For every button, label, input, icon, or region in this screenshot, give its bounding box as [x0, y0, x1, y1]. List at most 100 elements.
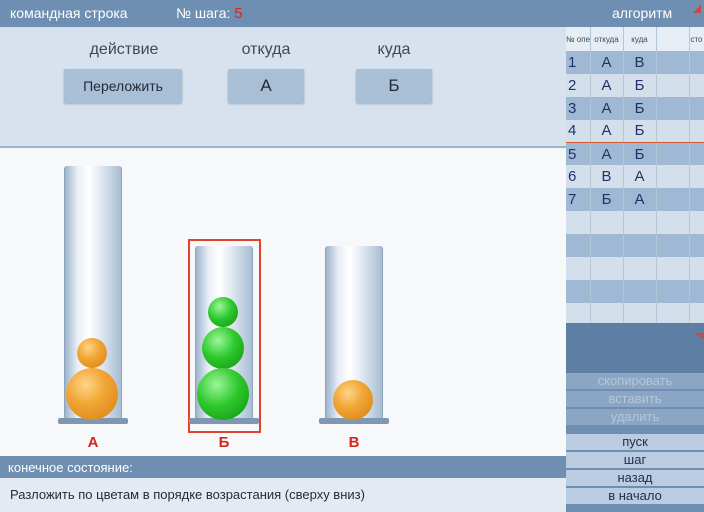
back-button[interactable]: назад [566, 470, 704, 487]
table-row[interactable] [566, 211, 704, 235]
op-number-cell[interactable] [566, 279, 591, 303]
op-number-cell[interactable]: 5 [566, 142, 591, 166]
action-button[interactable]: Переложить [64, 69, 182, 103]
empty-cell[interactable] [656, 165, 690, 189]
table-row[interactable]: 1АВ [566, 51, 704, 74]
op-number-cell[interactable]: 3 [566, 96, 591, 120]
tube-b-ball-1 [208, 297, 238, 327]
op-number-cell[interactable]: 4 [566, 119, 591, 144]
empty-cell[interactable] [656, 142, 690, 166]
empty-cell[interactable] [656, 234, 690, 258]
tube-a-ball-1 [77, 338, 107, 368]
op-number-cell[interactable]: 6 [566, 165, 591, 189]
extra-cell[interactable] [689, 142, 704, 166]
algorithm-table: № опер. откуда куда сто 1АВ2АБ3АБ4АБ5АБ6… [566, 27, 704, 326]
from-cell[interactable]: А [590, 73, 624, 97]
empty-cell[interactable] [656, 257, 690, 280]
from-cell[interactable] [590, 211, 624, 235]
empty-cell[interactable] [656, 279, 690, 303]
table-row[interactable]: 7БА [566, 188, 704, 212]
command-panel: действие откуда куда Переложить А Б [0, 27, 566, 148]
tube-v-label: В [348, 434, 360, 451]
to-cell[interactable] [623, 211, 657, 235]
empty-cell[interactable] [656, 119, 690, 144]
table-row[interactable]: 3АБ [566, 96, 704, 120]
to-start-button[interactable]: в начало [566, 488, 704, 505]
header-extra: сто [689, 27, 704, 51]
extra-cell[interactable] [689, 188, 704, 212]
copy-button[interactable]: скопировать [566, 373, 704, 390]
to-cell[interactable]: Б [623, 142, 657, 166]
empty-cell[interactable] [656, 73, 690, 97]
tube-v-ball-1 [333, 380, 373, 420]
tube-b-ball-3 [197, 368, 249, 420]
from-cell[interactable]: Б [590, 188, 624, 212]
extra-cell[interactable] [689, 211, 704, 235]
to-cell[interactable] [623, 279, 657, 303]
table-row[interactable]: 2АБ [566, 73, 704, 97]
from-cell[interactable]: А [590, 51, 624, 74]
table-row[interactable]: 4АБ [566, 119, 704, 144]
op-number-cell[interactable] [566, 234, 591, 258]
table-row[interactable]: 5АБ [566, 142, 704, 166]
to-cell[interactable] [623, 257, 657, 280]
tube-a-ball-2 [66, 368, 118, 420]
action-label: действие [89, 41, 159, 58]
to-cell[interactable]: А [623, 165, 657, 189]
delete-button[interactable]: удалить [566, 409, 704, 426]
step-label: № шага: [176, 5, 231, 21]
op-number-cell[interactable] [566, 211, 591, 235]
op-number-cell[interactable]: 2 [566, 73, 591, 97]
table-row[interactable] [566, 257, 704, 280]
table-row[interactable] [566, 234, 704, 258]
corner-arrow-icon[interactable] [693, 4, 701, 13]
run-button[interactable]: пуск [566, 434, 704, 451]
extra-cell[interactable] [689, 165, 704, 189]
from-cell[interactable] [590, 234, 624, 258]
op-number-cell[interactable]: 7 [566, 188, 591, 212]
extra-cell[interactable] [689, 257, 704, 280]
step-number: 5 [234, 5, 243, 22]
tube-b-label: Б [218, 434, 230, 451]
to-cell[interactable]: А [623, 188, 657, 212]
from-cell[interactable] [590, 279, 624, 303]
table-row[interactable] [566, 279, 704, 303]
to-cell[interactable]: Б [623, 73, 657, 97]
from-cell[interactable]: А [590, 119, 624, 144]
from-cell[interactable]: А [590, 96, 624, 120]
from-button[interactable]: А [228, 69, 304, 103]
to-cell[interactable]: Б [623, 119, 657, 144]
from-cell[interactable]: В [590, 165, 624, 189]
algorithm-panel: № опер. откуда куда сто 1АВ2АБ3АБ4АБ5АБ6… [566, 27, 704, 512]
to-button[interactable]: Б [356, 69, 432, 103]
scroll-arrow-icon[interactable] [694, 333, 704, 339]
empty-cell[interactable] [656, 188, 690, 212]
step-button[interactable]: шаг [566, 452, 704, 469]
op-number-cell[interactable] [566, 257, 591, 280]
from-cell[interactable]: А [590, 142, 624, 166]
to-cell[interactable]: Б [623, 96, 657, 120]
op-number-cell[interactable]: 1 [566, 51, 591, 74]
table-row[interactable]: 6ВА [566, 165, 704, 189]
extra-cell[interactable] [689, 51, 704, 74]
extra-cell[interactable] [689, 279, 704, 303]
command-line-title: командная строка [10, 5, 128, 21]
empty-cell[interactable] [656, 211, 690, 235]
header-op-number: № опер. [566, 27, 591, 51]
to-cell[interactable] [623, 234, 657, 258]
empty-cell[interactable] [656, 51, 690, 74]
tube-a-label: А [87, 434, 99, 451]
step-counter: № шага: 5 [176, 5, 243, 22]
to-label: куда [377, 41, 411, 58]
extra-cell[interactable] [689, 96, 704, 120]
extra-cell[interactable] [689, 119, 704, 144]
paste-button[interactable]: вставить [566, 391, 704, 408]
extra-cell[interactable] [689, 234, 704, 258]
header-empty [656, 27, 690, 51]
header-to: куда [623, 27, 657, 51]
extra-cell[interactable] [689, 73, 704, 97]
empty-cell[interactable] [656, 96, 690, 120]
tube-b-ball-2 [202, 327, 244, 369]
to-cell[interactable]: В [623, 51, 657, 74]
from-cell[interactable] [590, 257, 624, 280]
